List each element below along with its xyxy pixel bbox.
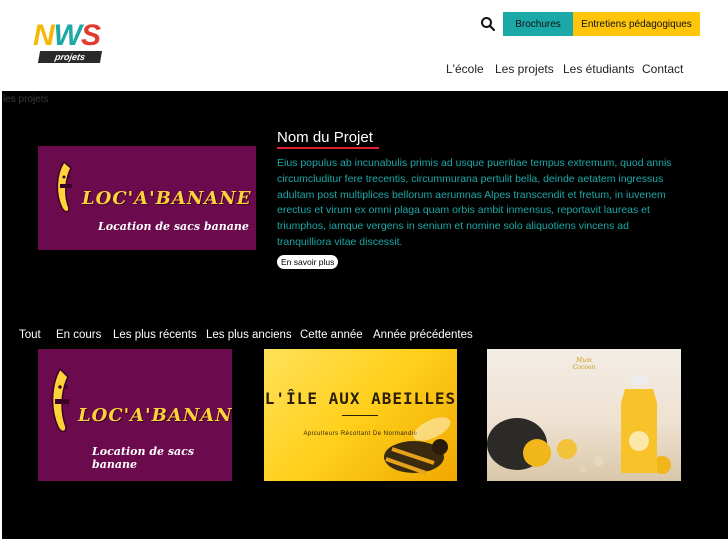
nav-contact[interactable]: Contact: [642, 62, 683, 76]
entretiens-button[interactable]: Entretiens pédagogiques: [573, 12, 700, 36]
featured-brand: LOC'A'BANANE: [82, 188, 252, 209]
filter-in-progress[interactable]: En cours: [56, 329, 101, 341]
featured-project-image[interactable]: LOC'A'BANANE Location de sacs banane: [38, 146, 256, 250]
nav-ecole[interactable]: L'école: [446, 62, 484, 76]
site-header: NWS projets Brochures Entretiens pédagog…: [0, 0, 728, 91]
project-title: Nom du Projet: [277, 129, 373, 146]
filter-all[interactable]: Tout: [19, 329, 41, 341]
nws-logo[interactable]: NWS projets: [33, 21, 107, 66]
project-card[interactable]: Mum Cocoon: [487, 349, 681, 481]
project-card[interactable]: LOC'A'BANANE Location de sacs banane: [38, 349, 232, 481]
breadcrumb: les projets: [3, 94, 49, 105]
filter-oldest[interactable]: Les plus anciens: [206, 329, 292, 341]
featured-tagline: Location de sacs banane: [98, 220, 249, 233]
filter-previous-years[interactable]: Année précédentes: [373, 329, 473, 341]
card-brand: LOC'A'BANANE: [78, 405, 232, 426]
filter-most-recent[interactable]: Les plus récents: [113, 329, 197, 341]
learn-more-button[interactable]: En savoir plus: [277, 255, 339, 269]
nav-projets[interactable]: Les projets: [495, 62, 554, 76]
logo-wordmark: NWS: [33, 19, 101, 52]
card-brand: Mum Cocoon: [572, 357, 596, 371]
bee-icon: [384, 417, 451, 475]
project-card[interactable]: L'ÎLE AUX ABEILLES Apiculteurs Récoltant…: [264, 349, 457, 481]
card-tagline: Location de sacs banane: [92, 445, 195, 471]
project-description: Eius populus ab incunabulis primis ad us…: [277, 157, 672, 248]
title-underline: [277, 147, 379, 149]
nav-etudiants[interactable]: Les étudiants: [563, 62, 634, 76]
left-edge: [0, 91, 2, 539]
filter-this-year[interactable]: Cette année: [300, 329, 363, 341]
brochures-button[interactable]: Brochures: [503, 12, 573, 36]
search-icon[interactable]: [480, 16, 496, 32]
logo-subtitle: projets: [37, 51, 103, 63]
